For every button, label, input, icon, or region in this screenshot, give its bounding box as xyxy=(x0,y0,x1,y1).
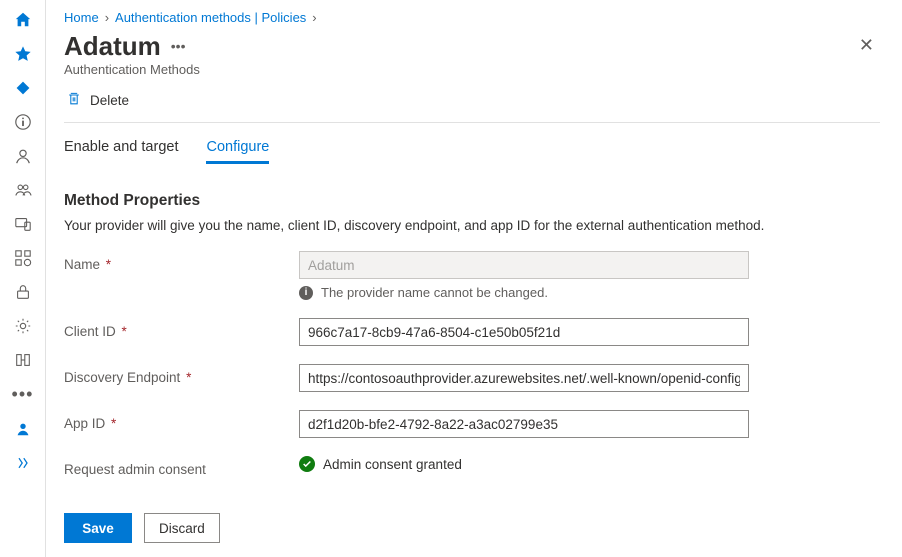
app-id-label: App ID * xyxy=(64,410,289,431)
toolbar: Delete xyxy=(64,87,880,123)
app-id-input[interactable] xyxy=(299,410,749,438)
users-group-icon[interactable] xyxy=(13,180,33,200)
breadcrumb-policies[interactable]: Authentication methods | Policies xyxy=(115,10,306,25)
info-circle-icon: i xyxy=(299,286,313,300)
home-icon[interactable] xyxy=(13,10,33,30)
footer-actions: Save Discard xyxy=(64,493,880,543)
main-content: Home › Authentication methods | Policies… xyxy=(46,0,902,557)
tab-enable-target[interactable]: Enable and target xyxy=(64,139,178,164)
discovery-endpoint-label: Discovery Endpoint * xyxy=(64,364,289,385)
tabs: Enable and target Configure xyxy=(64,139,880,164)
close-icon[interactable]: ✕ xyxy=(853,31,880,60)
apps-grid-icon[interactable] xyxy=(13,248,33,268)
save-button[interactable]: Save xyxy=(64,513,132,543)
check-circle-icon xyxy=(299,456,315,472)
expand-chevrons-icon[interactable] xyxy=(13,453,33,473)
name-hint: i The provider name cannot be changed. xyxy=(299,285,749,300)
discovery-endpoint-input[interactable] xyxy=(299,364,749,392)
page-subtitle: Authentication Methods xyxy=(64,62,880,77)
left-nav-rail: ••• xyxy=(0,0,46,557)
devices-icon[interactable] xyxy=(13,214,33,234)
delete-label: Delete xyxy=(90,93,129,108)
user-icon[interactable] xyxy=(13,146,33,166)
trash-icon xyxy=(66,91,82,110)
lock-shield-icon[interactable] xyxy=(13,282,33,302)
org-icon[interactable] xyxy=(13,350,33,370)
more-actions-icon[interactable]: ••• xyxy=(171,38,186,54)
consent-status: Admin consent granted xyxy=(299,456,749,472)
delete-button[interactable]: Delete xyxy=(64,87,131,114)
identity-user-icon[interactable] xyxy=(13,419,33,439)
app-root: ••• Home › Authentication methods | Poli… xyxy=(0,0,902,557)
chevron-right-icon: › xyxy=(312,10,316,25)
discard-button[interactable]: Discard xyxy=(144,513,220,543)
tab-configure[interactable]: Configure xyxy=(206,139,269,164)
form: Name * i The provider name cannot be cha… xyxy=(64,251,880,477)
name-label: Name * xyxy=(64,251,289,272)
name-input xyxy=(299,251,749,279)
breadcrumb: Home › Authentication methods | Policies… xyxy=(64,10,880,25)
consent-label: Request admin consent xyxy=(64,456,289,477)
diamond-icon[interactable] xyxy=(13,78,33,98)
breadcrumb-home[interactable]: Home xyxy=(64,10,99,25)
client-id-label: Client ID * xyxy=(64,318,289,339)
more-services-icon[interactable]: ••• xyxy=(12,384,34,405)
gear-icon[interactable] xyxy=(13,316,33,336)
section-description: Your provider will give you the name, cl… xyxy=(64,218,880,233)
title-row: Adatum ••• ✕ xyxy=(64,29,880,62)
section-title: Method Properties xyxy=(64,192,880,210)
chevron-right-icon: › xyxy=(105,10,109,25)
info-icon[interactable] xyxy=(13,112,33,132)
favorites-star-icon[interactable] xyxy=(13,44,33,64)
page-title: Adatum xyxy=(64,31,161,62)
client-id-input[interactable] xyxy=(299,318,749,346)
